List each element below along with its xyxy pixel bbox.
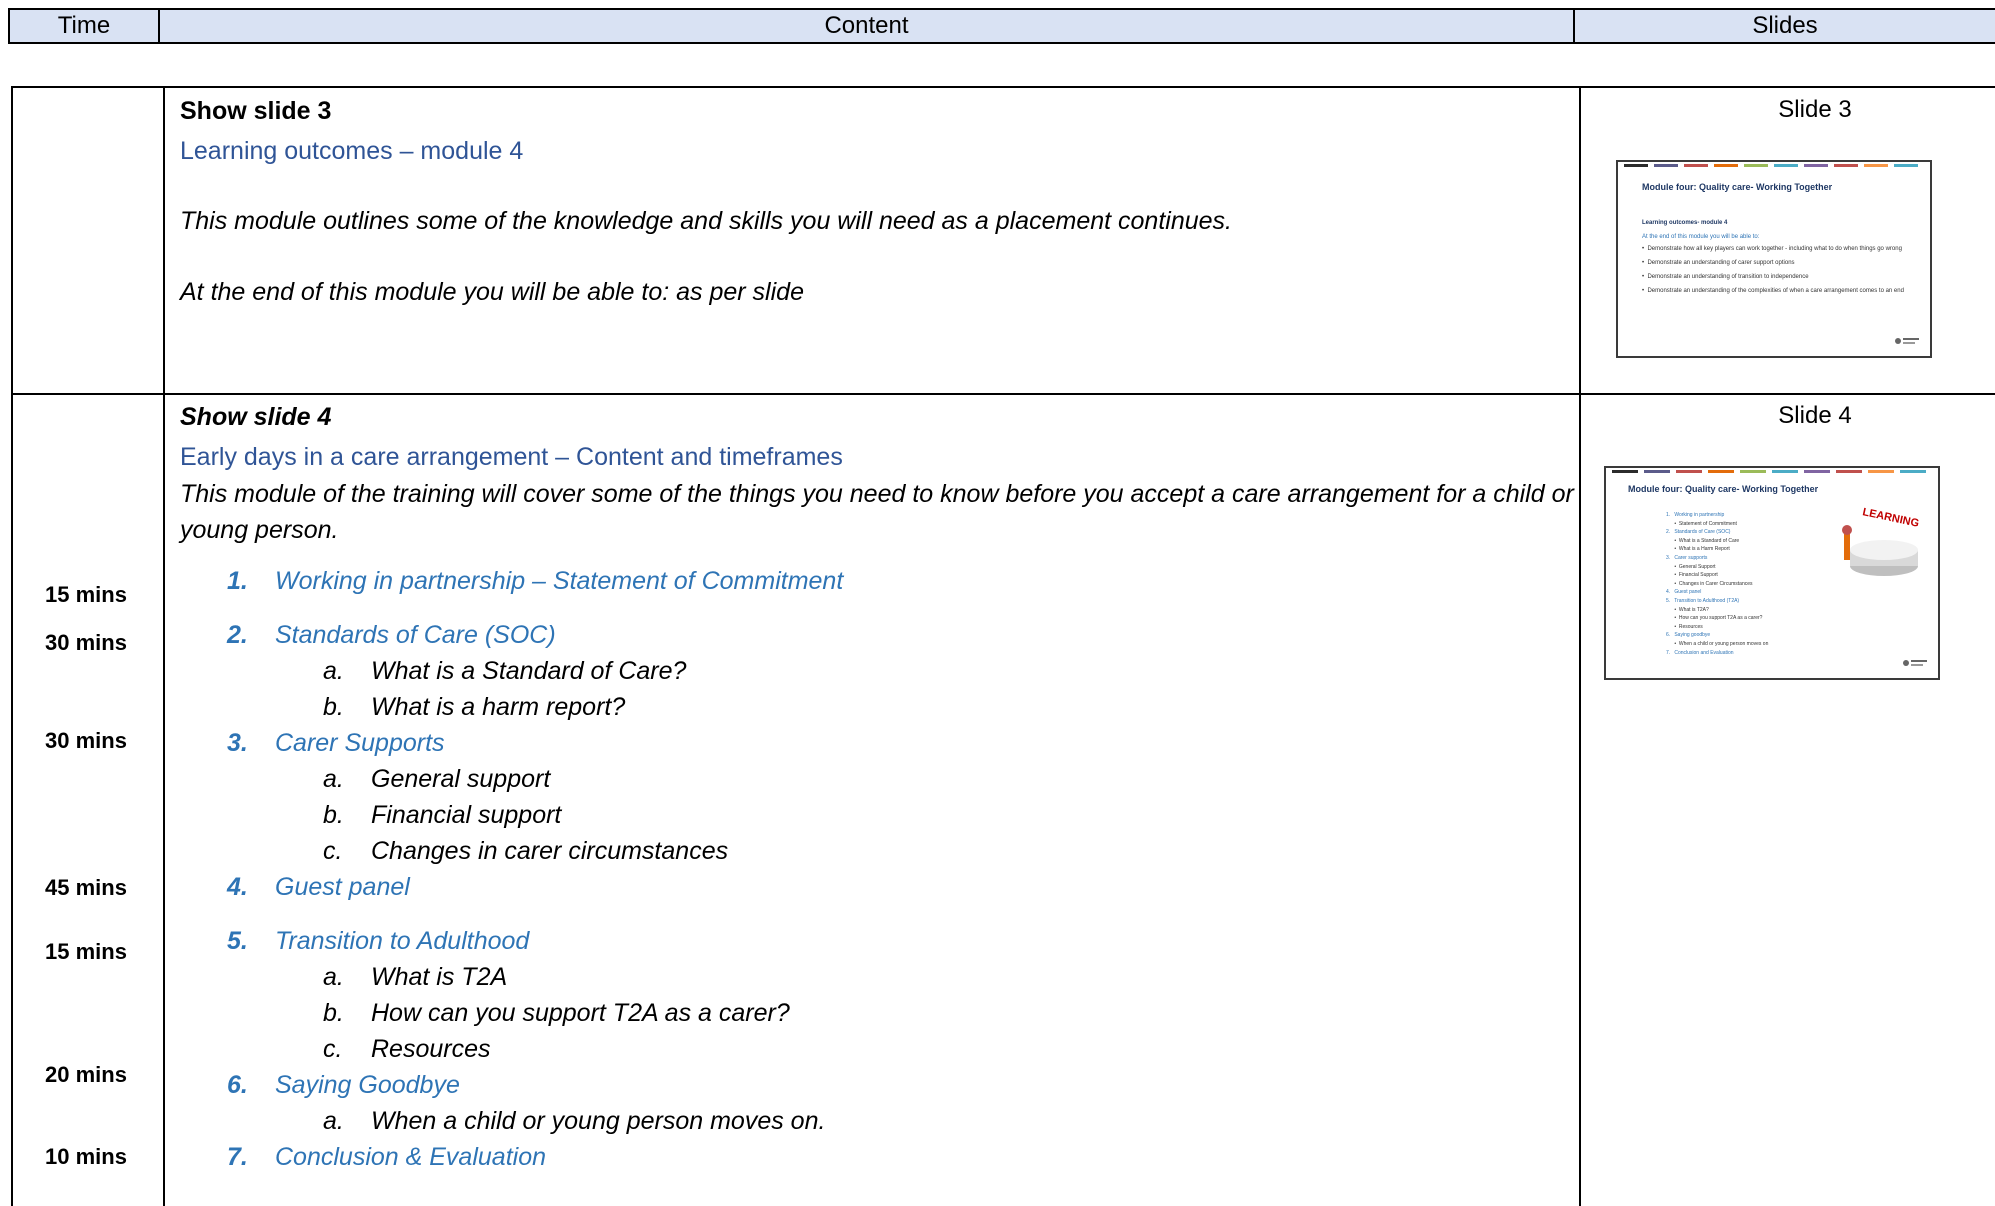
list-item: 3. Carer Supports	[227, 729, 445, 757]
sub-item: b. How can you support T2A as a carer?	[323, 999, 790, 1027]
module-intro-paragraph: This module of the training will cover s…	[180, 480, 1574, 544]
thumb-agenda-line: 2. Standards of Care (SOC)	[1666, 529, 1731, 536]
time-item-6: 20 mins	[45, 1062, 127, 1087]
thumb-agenda-line: • Financial Support	[1666, 572, 1718, 579]
thumb-agenda-line: • What is T2A?	[1666, 606, 1709, 613]
thumb-agenda-line: • Changes in Carer Circumstances	[1666, 580, 1753, 587]
thumb-agenda-line: 5. Transition to Adulthood (T2A)	[1666, 598, 1740, 604]
thumb-agenda-line: • When a child or young person moves on	[1666, 641, 1769, 647]
thumb-subtitle: Learning outcomes- module 4	[1642, 220, 1728, 226]
time-item-2: 30 mins	[45, 630, 127, 655]
thumb-title: Module four: Quality care- Working Toget…	[1628, 484, 1819, 494]
thumb-intro: At the end of this module you will be ab…	[1642, 234, 1760, 240]
sub-item: a. What is T2A	[323, 963, 508, 991]
slide-3-label: Slide 3	[1778, 96, 1852, 123]
module-outcome-note: At the end of this module you will be ab…	[180, 278, 804, 306]
list-item: 2. Standards of Care (SOC)	[227, 621, 556, 649]
thumb-agenda-line: 1. Working in partnership	[1666, 512, 1725, 518]
show-slide-4: Show slide 4	[180, 403, 332, 431]
slide-4-label: Slide 4	[1778, 402, 1852, 429]
sub-item: c. Changes in carer circumstances	[323, 837, 729, 865]
header-slides: Slides	[1752, 12, 1818, 39]
header-content: Content	[160, 10, 1575, 42]
thumb-bullet: • Demonstrate an understanding of transi…	[1642, 274, 1809, 280]
sub-item: a. What is a Standard of Care?	[323, 657, 687, 685]
time-item-4: 45 mins	[45, 875, 127, 900]
slide-3-thumbnail: Module four: Quality care- Working Toget…	[1616, 160, 1932, 358]
row-divider	[13, 393, 1995, 395]
show-slide-3: Show slide 3	[180, 97, 332, 125]
thumb-agenda-line: • How can you support T2A as a carer?	[1666, 615, 1763, 622]
session-table: Show slide 3 Learning outcomes – module …	[11, 86, 1995, 1206]
list-item: 7. Conclusion & Evaluation	[227, 1143, 546, 1171]
thumb-bullet: • Demonstrate an understanding of the co…	[1642, 288, 1904, 294]
list-item: 6. Saying Goodbye	[227, 1071, 460, 1099]
list-item: 4. Guest panel	[227, 873, 410, 901]
time-item-3: 30 mins	[45, 728, 127, 753]
thumb-agenda-line: 7. Conclusion and Evaluation	[1666, 649, 1734, 656]
sub-item: b. What is a harm report?	[323, 693, 626, 721]
module-description: This module outlines some of the knowled…	[180, 207, 1232, 235]
column-divider	[1579, 88, 1581, 1206]
thumb-agenda-line: • Statement of Commitment	[1666, 520, 1737, 527]
queensland-logo	[1902, 658, 1928, 670]
sub-item: b. Financial support	[323, 801, 562, 829]
thumb-agenda-line: • Resources	[1666, 623, 1703, 630]
header-time: Time	[10, 10, 160, 42]
thumb-bullet: • Demonstrate how all key players can wo…	[1642, 246, 1902, 252]
thumb-agenda-line: • What is a Standard of Care	[1666, 537, 1740, 544]
sub-item: c. Resources	[323, 1035, 491, 1063]
table-header: Time Content Slides	[8, 8, 1995, 44]
time-item-5: 15 mins	[45, 939, 127, 964]
content-timeframes-heading: Early days in a care arrangement – Conte…	[180, 443, 843, 471]
sub-item: a. When a child or young person moves on.	[323, 1107, 826, 1135]
list-item: 5. Transition to Adulthood	[227, 927, 530, 955]
slide-4-thumbnail: Module four: Quality care- Working Toget…	[1604, 466, 1940, 680]
thumb-agenda-line: 4. Guest panel	[1666, 589, 1702, 596]
thumb-agenda-line: 3. Carer supports	[1666, 555, 1708, 561]
column-divider	[163, 88, 165, 1206]
slide-color-stripe	[1624, 164, 1924, 167]
learning-graphic: LEARNING	[1832, 504, 1922, 584]
queensland-logo	[1894, 336, 1920, 348]
time-item-1: 15 mins	[45, 582, 127, 607]
sub-item: a. General support	[323, 765, 551, 793]
learning-outcomes-heading: Learning outcomes – module 4	[180, 137, 524, 165]
time-item-7: 10 mins	[45, 1144, 127, 1169]
list-item: 1. Working in partnership – Statement of …	[227, 567, 844, 595]
thumb-title: Module four: Quality care- Working Toget…	[1642, 182, 1833, 192]
thumb-agenda-line: 6. Saying goodbye	[1666, 632, 1711, 639]
thumb-bullet: • Demonstrate an understanding of carer …	[1642, 260, 1795, 266]
thumb-agenda-line: • What is a Harm Report	[1666, 546, 1730, 553]
thumb-agenda-line: • General Support	[1666, 563, 1716, 570]
slide-color-stripe	[1612, 470, 1932, 473]
